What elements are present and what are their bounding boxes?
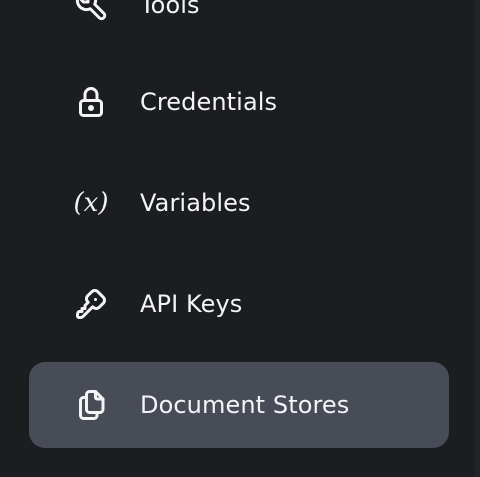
sidebar-item-credentials[interactable]: Credentials [29, 59, 449, 145]
tool-icon [73, 0, 109, 23]
sidebar-item-label: Variables [140, 189, 251, 217]
sidebar-item-label: Credentials [140, 88, 278, 116]
sidebar-item-label: Tools [140, 0, 200, 19]
variable-icon: (x) [73, 188, 109, 218]
sidebar-item-variables[interactable]: (x) Variables [29, 160, 449, 246]
files-icon [73, 387, 109, 423]
key-icon [73, 286, 109, 322]
scrollbar-track[interactable] [474, 0, 480, 477]
lock-icon [73, 84, 109, 120]
sidebar: Tools Credentials (x) Variables API Keys [0, 0, 474, 477]
sidebar-item-label: Document Stores [140, 391, 350, 419]
sidebar-item-document-stores[interactable]: Document Stores [29, 362, 449, 448]
sidebar-item-tools[interactable]: Tools [29, 0, 449, 48]
sidebar-item-api-keys[interactable]: API Keys [29, 261, 449, 347]
sidebar-item-label: API Keys [140, 290, 243, 318]
